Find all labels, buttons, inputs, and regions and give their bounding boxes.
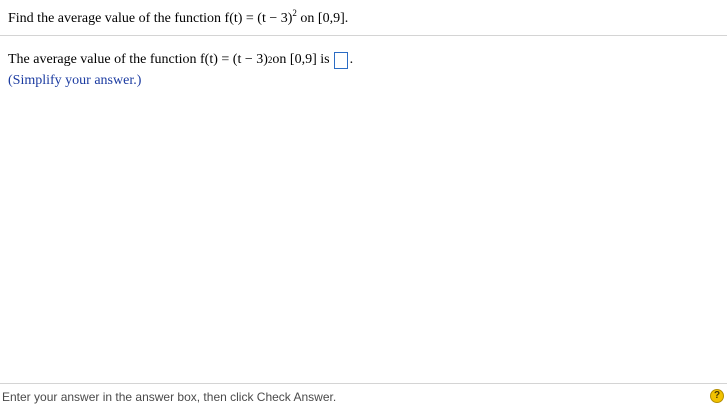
question-text: Find the average value of the function f… <box>8 9 349 27</box>
question-prefix: Find the average value of the function f… <box>8 11 293 26</box>
answer-area: The average value of the function f(t) =… <box>8 51 708 90</box>
simplify-hint: (Simplify your answer.) <box>8 73 142 88</box>
footer-bar: Enter your answer in the answer box, the… <box>0 383 727 404</box>
answer-suffix: on [0,9] is <box>272 52 330 67</box>
question-suffix: on [0,9]. <box>296 11 349 26</box>
answer-period: . <box>349 52 354 67</box>
answer-statement: The average value of the function f(t) =… <box>8 51 354 69</box>
answer-prefix: The average value of the function f(t) =… <box>8 52 268 67</box>
footer-instruction: Enter your answer in the answer box, the… <box>2 390 337 404</box>
question-header: Find the average value of the function f… <box>0 0 727 36</box>
help-icon[interactable]: ? <box>710 389 724 403</box>
answer-input-box[interactable] <box>333 51 348 69</box>
